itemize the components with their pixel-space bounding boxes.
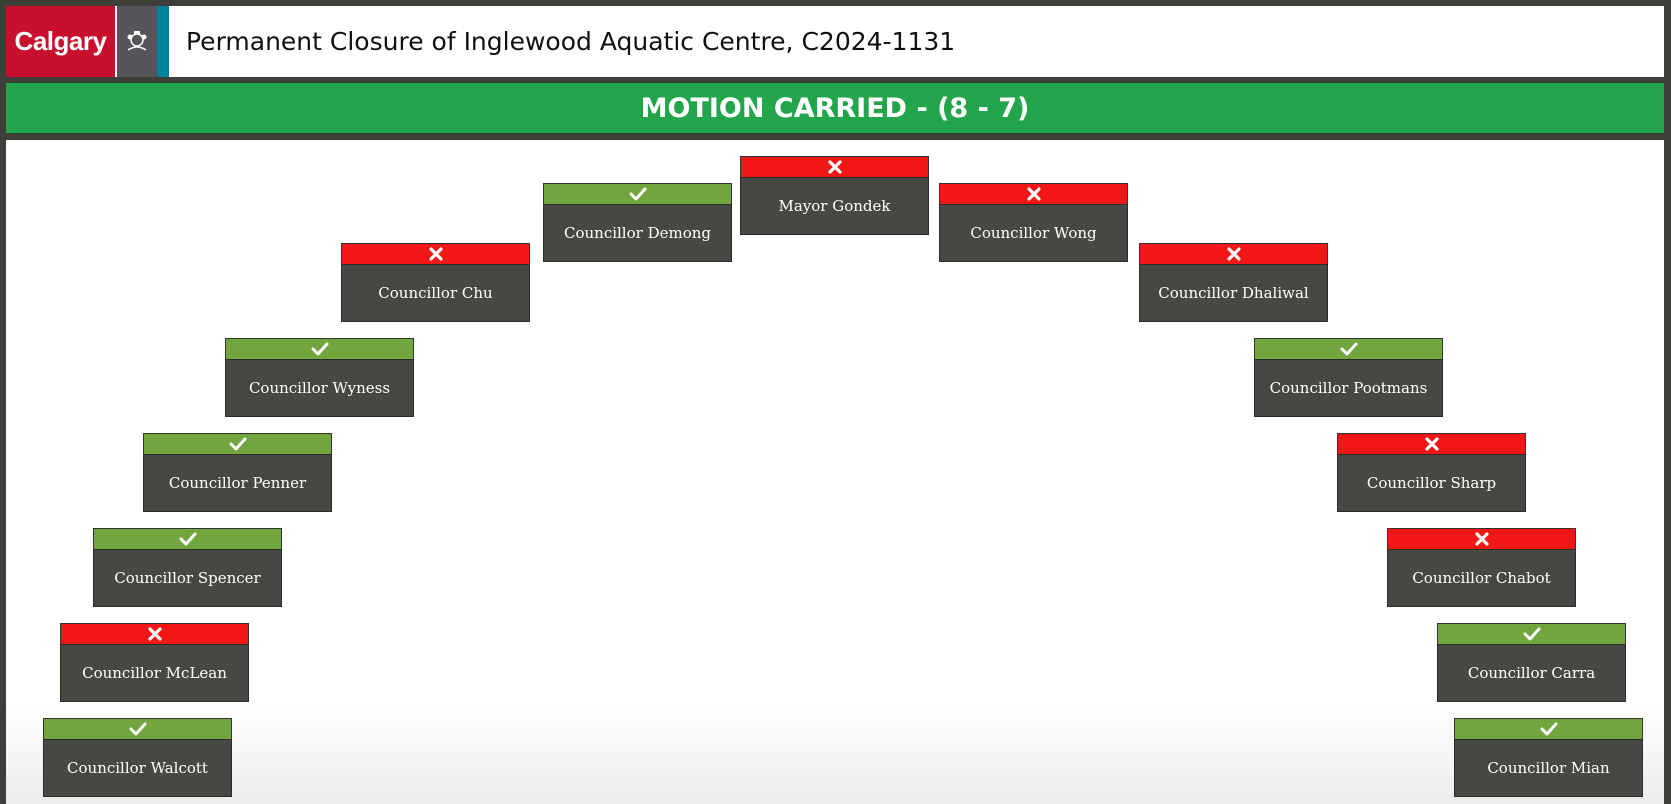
cross-icon: [147, 627, 162, 641]
member-name: Councillor Dhaliwal: [1139, 264, 1328, 322]
vote-indicator: [225, 338, 414, 360]
member-name: Councillor Wong: [939, 204, 1128, 262]
seat-dhaliwal: Councillor Dhaliwal: [1139, 243, 1328, 322]
vote-indicator: [1254, 338, 1443, 360]
seat-carra: Councillor Carra: [1437, 623, 1626, 702]
seat-demong: Councillor Demong: [543, 183, 732, 262]
vote-indicator: [60, 623, 249, 645]
seat-wong: Councillor Wong: [939, 183, 1128, 262]
seat-penner: Councillor Penner: [143, 433, 332, 512]
member-name: Councillor Spencer: [93, 549, 282, 607]
logo-accent-stripe: [157, 6, 169, 77]
vote-indicator: [1437, 623, 1626, 645]
cross-icon: [827, 160, 842, 174]
vote-indicator: [93, 528, 282, 550]
seat-sharp: Councillor Sharp: [1337, 433, 1526, 512]
page-title: Permanent Closure of Inglewood Aquatic C…: [186, 27, 956, 56]
member-name: Councillor Penner: [143, 454, 332, 512]
vote-indicator: [1337, 433, 1526, 455]
checkmark-icon: [129, 722, 146, 736]
member-name: Councillor Mian: [1454, 739, 1643, 797]
seat-gondek: Mayor Gondek: [740, 156, 929, 235]
checkmark-icon: [1523, 627, 1540, 641]
seat-pootmans: Councillor Pootmans: [1254, 338, 1443, 417]
vote-board: Mayor Gondek Councillor Demong Councillo…: [6, 140, 1664, 804]
member-name: Councillor Pootmans: [1254, 359, 1443, 417]
cross-icon: [1226, 247, 1241, 261]
vote-indicator: [1454, 718, 1643, 740]
checkmark-icon: [629, 187, 646, 201]
coat-of-arms-icon: [115, 6, 157, 77]
seat-mian: Councillor Mian: [1454, 718, 1643, 797]
header: Calgary Permanent Closure of Inglewood A…: [6, 6, 1664, 77]
vote-indicator: [1139, 243, 1328, 265]
cross-icon: [1424, 437, 1439, 451]
city-logo: Calgary: [6, 6, 115, 77]
member-name: Mayor Gondek: [740, 177, 929, 235]
cross-icon: [1474, 532, 1489, 546]
checkmark-icon: [179, 532, 196, 546]
member-name: Councillor Chabot: [1387, 549, 1576, 607]
checkmark-icon: [1540, 722, 1557, 736]
member-name: Councillor Chu: [341, 264, 530, 322]
seat-wyness: Councillor Wyness: [225, 338, 414, 417]
member-name: Councillor Sharp: [1337, 454, 1526, 512]
vote-indicator: [143, 433, 332, 455]
member-name: Councillor Walcott: [43, 739, 232, 797]
member-name: Councillor Carra: [1437, 644, 1626, 702]
vote-indicator: [939, 183, 1128, 205]
seat-chabot: Councillor Chabot: [1387, 528, 1576, 607]
checkmark-icon: [229, 437, 246, 451]
checkmark-icon: [311, 342, 328, 356]
motion-result-text: MOTION CARRIED - (8 - 7): [640, 92, 1030, 124]
member-name: Councillor Demong: [543, 204, 732, 262]
vote-indicator: [543, 183, 732, 205]
vote-indicator: [740, 156, 929, 178]
logo-text: Calgary: [14, 26, 107, 56]
seat-chu: Councillor Chu: [341, 243, 530, 322]
cross-icon: [1026, 187, 1041, 201]
vote-indicator: [341, 243, 530, 265]
seat-spencer: Councillor Spencer: [93, 528, 282, 607]
vote-indicator: [43, 718, 232, 740]
seat-mclean: Councillor McLean: [60, 623, 249, 702]
motion-result-banner: MOTION CARRIED - (8 - 7): [6, 83, 1664, 133]
member-name: Councillor McLean: [60, 644, 249, 702]
member-name: Councillor Wyness: [225, 359, 414, 417]
cross-icon: [428, 247, 443, 261]
checkmark-icon: [1340, 342, 1357, 356]
vote-indicator: [1387, 528, 1576, 550]
seat-walcott: Councillor Walcott: [43, 718, 232, 797]
